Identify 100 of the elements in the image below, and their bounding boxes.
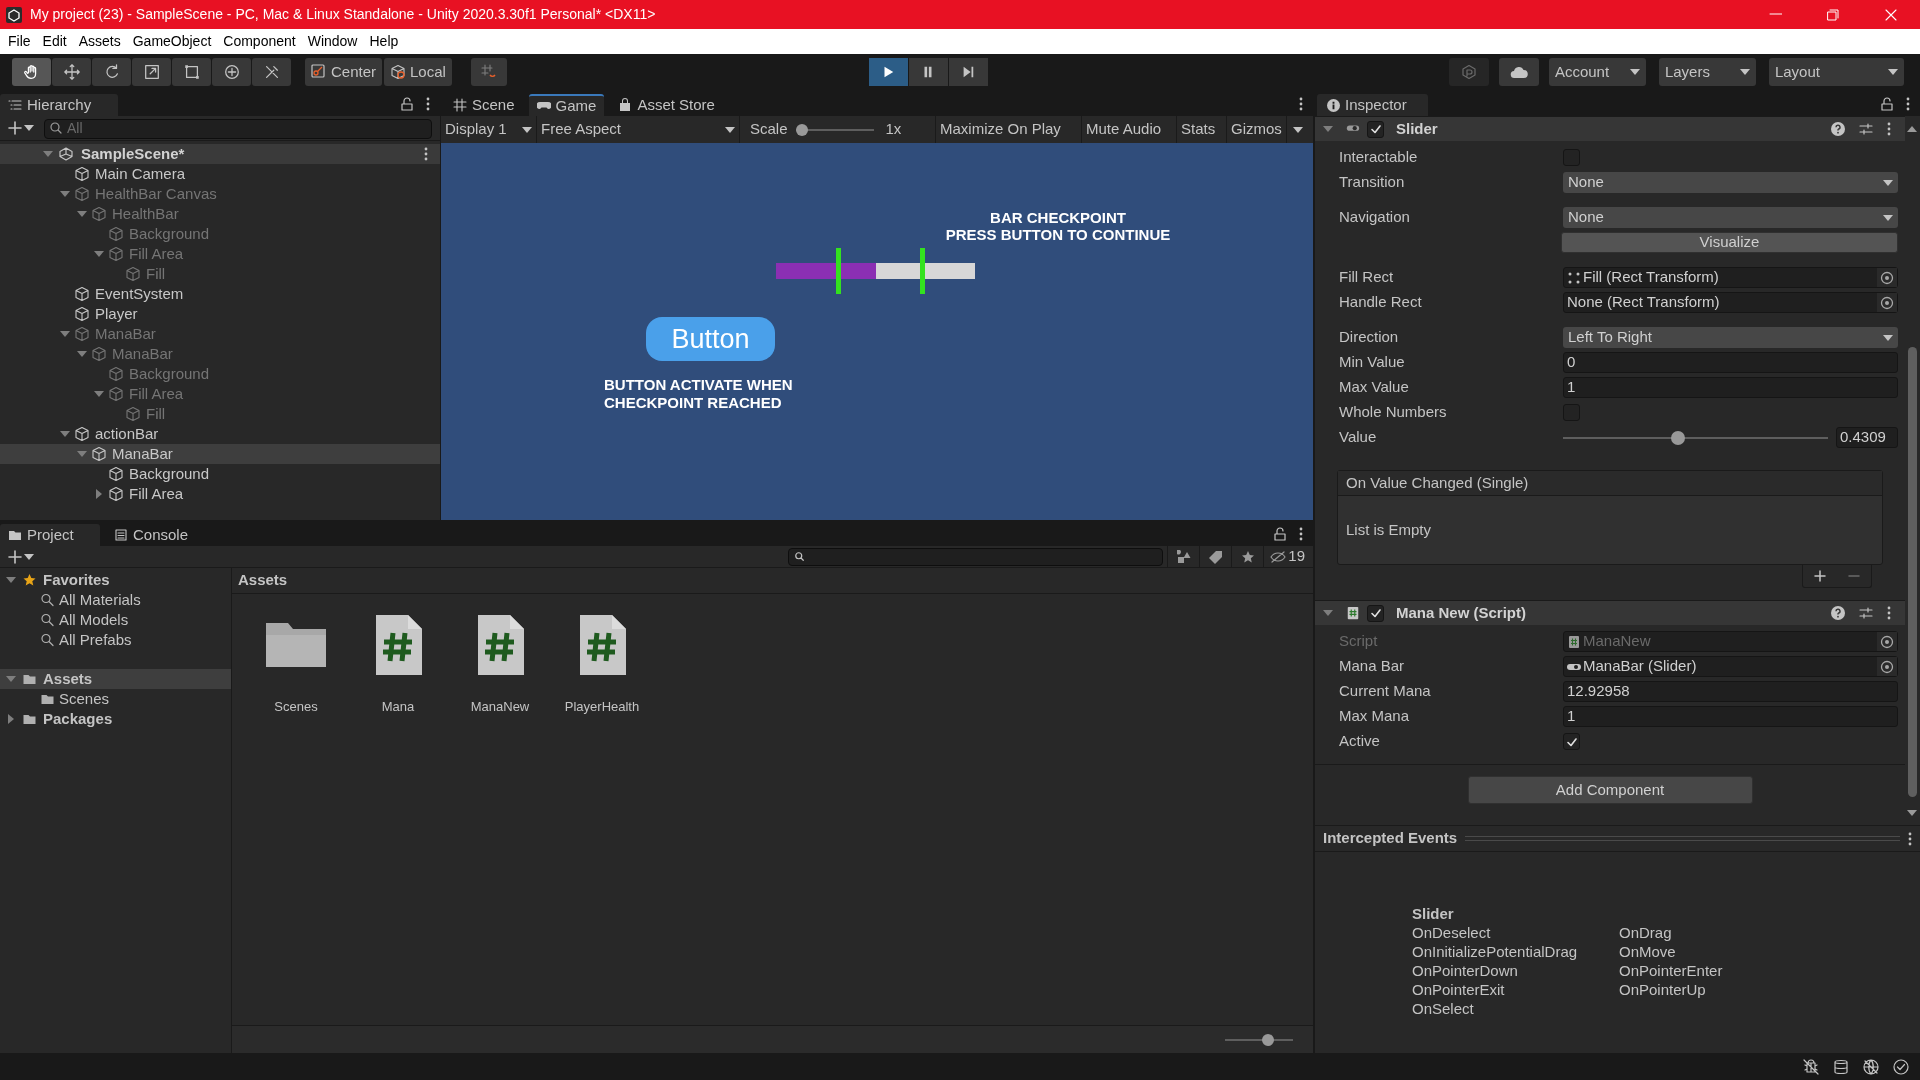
object-picker-icon[interactable] <box>1880 270 1894 285</box>
cache-icon[interactable] <box>1832 1057 1850 1076</box>
enabled-checkbox[interactable] <box>1367 120 1384 138</box>
dropdown[interactable]: Layout <box>1768 58 1904 86</box>
star-icon[interactable] <box>1240 549 1255 564</box>
scrollbar-thumb[interactable] <box>1908 347 1917 797</box>
scroll-down-icon[interactable] <box>1907 810 1917 816</box>
more-icon[interactable] <box>1887 122 1891 136</box>
tool-button[interactable] <box>12 58 51 86</box>
more-icon[interactable] <box>1887 606 1891 620</box>
add-icon[interactable] <box>8 121 22 135</box>
network-off-icon[interactable] <box>1862 1057 1880 1076</box>
play-button[interactable] <box>868 58 908 86</box>
more-icon[interactable] <box>1906 97 1910 111</box>
maximize-icon[interactable] <box>1826 7 1840 22</box>
more-icon[interactable] <box>424 147 428 161</box>
help-icon[interactable] <box>1831 606 1845 620</box>
label-icon[interactable] <box>1208 549 1223 564</box>
panel-tab[interactable]: Hierarchy <box>0 94 118 116</box>
visualize-button[interactable]: Visualize <box>1561 232 1898 253</box>
search-field[interactable] <box>788 547 1164 566</box>
lock-icon[interactable] <box>1273 527 1287 541</box>
add-component-button[interactable]: Add Component <box>1467 776 1753 804</box>
hierarchy-item[interactable]: actionBar <box>0 424 440 444</box>
lock-icon[interactable] <box>400 97 414 111</box>
preset-icon[interactable] <box>1859 122 1873 136</box>
dropdown[interactable]: None <box>1563 172 1898 193</box>
menu-item[interactable]: Help <box>363 31 405 52</box>
expand-arrow-icon[interactable] <box>94 489 104 499</box>
hidden-packages-button[interactable]: 19 <box>1263 545 1305 568</box>
hierarchy-item[interactable]: Main Camera <box>0 164 440 184</box>
expand-arrow-icon[interactable] <box>1323 608 1333 618</box>
tree-item[interactable]: All Materials <box>0 590 231 610</box>
tool-button[interactable] <box>252 58 291 86</box>
dropdown[interactable]: Account <box>1548 58 1646 86</box>
tree-item[interactable]: Packages <box>0 709 231 729</box>
scroll-up-icon[interactable] <box>1907 126 1917 132</box>
more-icon[interactable] <box>426 97 430 111</box>
tree-item[interactable]: All Models <box>0 610 231 630</box>
tree-item[interactable]: Assets <box>0 669 231 689</box>
add-icon[interactable] <box>8 549 22 564</box>
number-field[interactable]: 1 <box>1563 706 1898 727</box>
scene-item[interactable]: SampleScene* <box>0 144 440 164</box>
object-field[interactable]: Fill (Rect Transform) <box>1563 267 1898 288</box>
component-header[interactable]: Slider <box>1315 116 1905 141</box>
zoom-slider[interactable] <box>1225 1033 1293 1046</box>
step-button[interactable] <box>948 58 988 86</box>
menu-item[interactable]: GameObject <box>126 31 218 52</box>
object-field[interactable]: ManaBar (Slider) <box>1563 656 1898 677</box>
plus-icon[interactable] <box>1814 570 1826 582</box>
hierarchy-item[interactable]: ManaBar <box>0 444 440 464</box>
hierarchy-item[interactable]: EventSystem <box>0 284 440 304</box>
panel-tab[interactable]: Scene <box>445 94 523 116</box>
number-field[interactable]: 0 <box>1563 352 1898 373</box>
object-field[interactable]: None (Rect Transform) <box>1563 292 1898 313</box>
tool-button[interactable] <box>52 58 91 86</box>
panel-tab[interactable]: Console <box>106 524 197 546</box>
space-button[interactable]: Local <box>384 58 452 86</box>
panel-tab[interactable]: Project <box>0 524 100 546</box>
object-picker-icon[interactable] <box>1880 659 1894 674</box>
collaborate-button[interactable] <box>1448 58 1489 86</box>
more-icon[interactable] <box>1299 97 1303 111</box>
type-filter-icon[interactable] <box>1176 549 1191 564</box>
menu-item[interactable]: Edit <box>36 31 73 52</box>
menu-item[interactable]: Assets <box>72 31 127 52</box>
lock-icon[interactable] <box>1880 97 1894 111</box>
expand-arrow-icon[interactable] <box>6 575 16 585</box>
help-icon[interactable] <box>1831 122 1845 136</box>
slider-thumb[interactable] <box>1670 430 1685 445</box>
menu-item[interactable]: Window <box>301 31 364 52</box>
expand-arrow-icon[interactable] <box>43 149 53 159</box>
dropdown[interactable]: Left To Right <box>1563 327 1898 348</box>
tree-item[interactable]: All Prefabs <box>0 630 231 650</box>
expand-arrow-icon[interactable] <box>6 674 16 684</box>
tree-item[interactable]: Favorites <box>0 570 231 590</box>
checkbox[interactable] <box>1563 733 1580 750</box>
more-icon[interactable] <box>1299 527 1303 541</box>
enabled-checkbox[interactable] <box>1367 604 1384 622</box>
hierarchy-item[interactable]: Fill Area <box>0 484 440 504</box>
component-header[interactable]: Mana New (Script) <box>1315 600 1905 625</box>
expand-arrow-icon[interactable] <box>1323 124 1333 134</box>
dropdown[interactable]: Layers <box>1658 58 1756 86</box>
tool-button[interactable] <box>132 58 171 86</box>
search-field[interactable]: All <box>44 118 432 139</box>
number-field[interactable]: 1 <box>1563 377 1898 398</box>
expand-arrow-icon[interactable] <box>6 714 16 724</box>
pause-button[interactable] <box>908 58 948 86</box>
cloud-button[interactable] <box>1498 58 1539 86</box>
tool-button[interactable] <box>92 58 131 86</box>
slider-thumb[interactable] <box>1261 1033 1274 1046</box>
number-field[interactable]: 12.92958 <box>1563 681 1898 702</box>
pivot-button[interactable]: Center <box>305 58 383 86</box>
scale-slider[interactable] <box>795 123 874 136</box>
panel-tab[interactable]: Inspector <box>1317 94 1428 116</box>
menu-item[interactable]: File <box>2 31 37 52</box>
tool-button[interactable] <box>172 58 211 86</box>
value-slider[interactable] <box>1563 430 1828 445</box>
hierarchy-item[interactable]: Player <box>0 304 440 324</box>
breadcrumb[interactable]: Assets <box>232 568 1313 594</box>
close-icon[interactable] <box>1884 7 1898 22</box>
